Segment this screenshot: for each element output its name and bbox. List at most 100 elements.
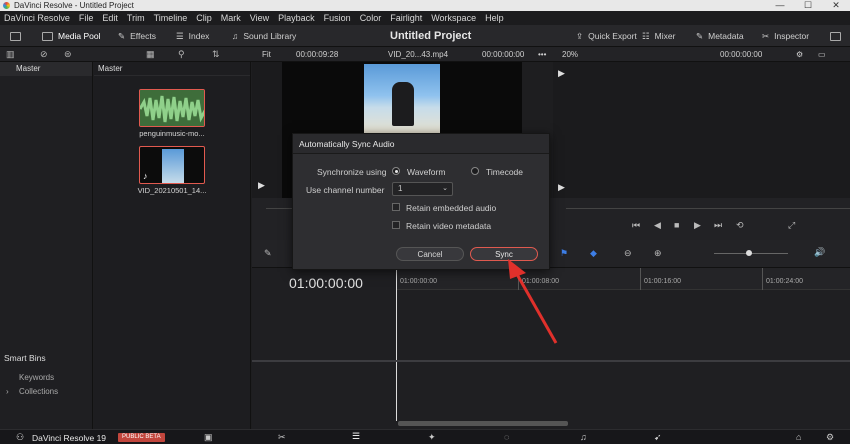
zoom-dropdown[interactable]: 20%	[562, 47, 578, 62]
volume-icon[interactable]: 🔊	[814, 247, 825, 258]
color-page-icon[interactable]: ◌	[504, 432, 509, 442]
minimize-button[interactable]: —	[766, 0, 794, 11]
waveform-radio[interactable]	[392, 167, 400, 175]
keywords-item[interactable]: Keywords	[19, 373, 54, 382]
mixer-icon: ☷	[642, 30, 650, 41]
video-clip-thumbnail[interactable]: ♪	[139, 146, 205, 184]
retain-video-checkbox[interactable]	[392, 221, 400, 229]
window-icon[interactable]: ▭	[818, 47, 826, 62]
master-bin[interactable]: Master	[0, 62, 92, 76]
maximize-button[interactable]: ☐	[794, 0, 822, 11]
timecode-radio[interactable]	[471, 167, 479, 175]
menu-edit[interactable]: Edit	[102, 13, 118, 23]
media-pool-button[interactable]: Media Pool	[42, 25, 101, 47]
smart-bins-heading: Smart Bins	[4, 353, 46, 363]
close-button[interactable]: ✕	[822, 0, 850, 11]
edit-mode-icon[interactable]: ✎	[264, 248, 272, 259]
menu-help[interactable]: Help	[485, 13, 504, 23]
grid-view-icon[interactable]: ▦	[146, 49, 155, 60]
timecode-label: Timecode	[486, 167, 524, 177]
bin-icon[interactable]: ⊜	[64, 49, 72, 60]
index-icon: ☰	[176, 30, 184, 41]
inspector-button[interactable]: ✂ Inspector	[762, 25, 809, 47]
sync-button[interactable]: Sync	[470, 247, 538, 261]
retain-video-label: Retain video metadata	[406, 221, 492, 231]
skip-start-icon[interactable]: ⏮	[632, 220, 640, 231]
menu-workspace[interactable]: Workspace	[431, 13, 476, 23]
play-icon[interactable]: ▶	[558, 68, 565, 79]
sound-library-button[interactable]: ♫ Sound Library	[232, 25, 296, 47]
deliver-page-icon[interactable]: ➹	[654, 432, 662, 443]
fullscreen-icon[interactable]: ⤢	[788, 220, 795, 231]
play-reverse-icon[interactable]: ▶	[258, 180, 265, 191]
effects-button[interactable]: ✎ Effects	[118, 25, 156, 47]
playhead[interactable]	[396, 268, 397, 421]
menu-trim[interactable]: Trim	[127, 13, 145, 23]
source-timecode: 00:00:00:00	[482, 50, 525, 59]
channel-label: Use channel number	[306, 185, 385, 195]
ruler-label: 01:00:00:00	[400, 278, 437, 285]
link-icon[interactable]: ⊘	[40, 49, 48, 60]
index-button[interactable]: ☰ Index	[176, 25, 209, 47]
monitor-layout-button[interactable]	[10, 25, 21, 47]
resolve-logo-icon	[3, 2, 10, 9]
menu-clip[interactable]: Clip	[196, 13, 212, 23]
sync-audio-dialog: Automatically Sync Audio Synchronize usi…	[292, 133, 550, 270]
quick-export-button[interactable]: ⇪ Quick Export	[576, 25, 637, 47]
waveform-icon	[140, 90, 204, 126]
reverse-icon[interactable]: ◀	[654, 220, 661, 231]
channel-select[interactable]: 1 ⌄	[392, 182, 453, 196]
ruler-label: 01:00:16:00	[644, 278, 681, 285]
blue-flag-icon[interactable]: ⚑	[560, 248, 568, 259]
menu-mark[interactable]: Mark	[221, 13, 241, 23]
menu-fairlight[interactable]: Fairlight	[390, 13, 422, 23]
clip-name: VID_20...43.mp4	[388, 50, 449, 59]
home-icon[interactable]: ⌂	[796, 432, 801, 442]
menu-davinci[interactable]: DaVinci Resolve	[4, 13, 70, 23]
timeline-scrubber[interactable]	[566, 208, 850, 209]
cut-page-icon[interactable]: ✂	[278, 432, 286, 443]
edit-page-icon[interactable]: ☰	[352, 431, 360, 442]
menu-view[interactable]: View	[250, 13, 269, 23]
audio-clip-thumbnail[interactable]	[139, 89, 205, 127]
menu-file[interactable]: File	[79, 13, 94, 23]
loop-icon[interactable]: ⟲	[736, 220, 744, 231]
play-forward-icon[interactable]: ▶	[694, 220, 701, 231]
menu-playback[interactable]: Playback	[278, 13, 315, 23]
media-page-icon[interactable]: ▣	[204, 432, 213, 443]
zoom-fit-icon[interactable]: ⊕	[654, 248, 662, 259]
cancel-button[interactable]: Cancel	[396, 247, 464, 261]
marker-icon[interactable]: ◆	[590, 248, 597, 259]
menu-timeline[interactable]: Timeline	[154, 13, 188, 23]
monitor-icon	[10, 31, 21, 41]
skip-end-icon[interactable]: ⏭	[714, 220, 722, 231]
mixer-button[interactable]: ☷ Mixer	[642, 25, 675, 47]
fusion-page-icon[interactable]: ✦	[428, 432, 436, 443]
timeline-ruler[interactable]: 01:00:00:00 01:00:08:00 01:00:16:00 01:0…	[396, 268, 850, 290]
timeline-scrollbar[interactable]	[398, 421, 568, 426]
chevron-right-icon[interactable]: ›	[6, 387, 9, 396]
expand-button[interactable]	[830, 25, 841, 47]
settings-gear-icon[interactable]: ⚙	[826, 432, 834, 443]
stop-icon[interactable]: ■	[674, 220, 679, 230]
metadata-button[interactable]: ✎ Metadata	[696, 25, 744, 47]
zoom-out-icon[interactable]: ⊖	[624, 248, 632, 259]
fairlight-page-icon[interactable]: ♫	[580, 432, 587, 442]
zoom-slider-handle[interactable]	[746, 250, 752, 256]
chevron-down-icon	[830, 31, 841, 41]
menu-color[interactable]: Color	[360, 13, 382, 23]
metadata-icon: ✎	[696, 30, 704, 41]
menu-fusion[interactable]: Fusion	[324, 13, 351, 23]
effects-icon: ✎	[118, 30, 126, 41]
ruler-label: 01:00:08:00	[522, 278, 559, 285]
media-pool-label: Media Pool	[58, 31, 101, 41]
retain-audio-checkbox[interactable]	[392, 203, 400, 211]
sort-icon[interactable]: ⇅	[212, 49, 220, 60]
settings-icon[interactable]: ⚙	[796, 47, 803, 62]
layout-icon[interactable]: ▥	[6, 49, 15, 60]
search-icon[interactable]: ⚲	[178, 49, 185, 60]
more-options-icon[interactable]: •••	[538, 47, 546, 62]
collections-item[interactable]: Collections	[19, 387, 58, 396]
fit-dropdown[interactable]: Fit	[262, 47, 271, 62]
play-icon-bottom[interactable]: ▶	[558, 182, 565, 193]
